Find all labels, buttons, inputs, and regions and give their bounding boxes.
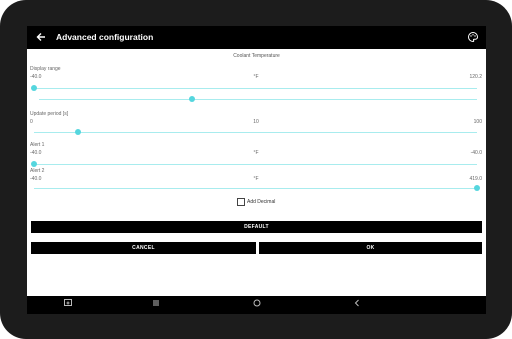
update-period-track (34, 132, 477, 133)
section-title: Coolant Temperature (233, 53, 280, 59)
alert2-label: Alert 2 (30, 168, 45, 174)
display-range-unit: °F (253, 74, 259, 80)
palette-icon[interactable] (467, 31, 479, 43)
alert1-min: -40.0 (30, 150, 42, 156)
add-decimal-checkbox[interactable] (237, 198, 245, 206)
alert1-thumb[interactable] (31, 161, 37, 167)
screen: Advanced configuration Coolant Temperatu… (27, 26, 486, 314)
arrow-left-icon[interactable] (35, 30, 47, 44)
update-period-label: Update period [s] (30, 111, 69, 117)
alert2-track (34, 188, 477, 189)
default-button[interactable]: DEFAULT (31, 221, 482, 233)
page-title: Advanced configuration (56, 32, 154, 42)
home-icon[interactable] (250, 298, 264, 311)
add-decimal-label: Add Decimal (247, 199, 276, 205)
device-frame: Advanced configuration Coolant Temperatu… (0, 0, 512, 339)
update-period-mid: 10 (253, 119, 259, 125)
alert1-label: Alert 1 (30, 142, 45, 148)
update-period-thumb[interactable] (75, 129, 82, 135)
display-range-high-thumb[interactable] (189, 96, 196, 102)
alert2-min: -40.0 (30, 176, 42, 182)
alert1-max: -40.0 (470, 150, 482, 156)
display-range-max: 120.2 (469, 74, 482, 80)
alert2-thumb[interactable] (474, 185, 480, 191)
update-period-max: 100 (473, 119, 482, 125)
add-decimal-row: Add Decimal (27, 198, 486, 206)
app-bar: Advanced configuration (27, 26, 486, 49)
alert1-track (34, 164, 477, 165)
display-range-label: Display range (30, 66, 61, 72)
display-range-low-thumb[interactable] (31, 85, 37, 91)
config-panel: Coolant Temperature Display range -40.0 … (27, 49, 486, 296)
alert2-unit: °F (253, 176, 259, 182)
display-range-low-track (34, 88, 477, 89)
display-range-min: -40.0 (30, 74, 42, 80)
alert2-max: 419.0 (469, 176, 482, 182)
display-range-high-track (39, 99, 477, 100)
system-nav-bar (27, 296, 486, 314)
back-icon[interactable] (350, 298, 364, 311)
ok-button[interactable]: OK (259, 242, 482, 254)
recents-icon[interactable] (149, 298, 163, 311)
update-period-min: 0 (30, 119, 33, 125)
screenshot-icon[interactable] (61, 298, 75, 311)
cancel-button[interactable]: CANCEL (31, 242, 256, 254)
alert1-unit: °F (253, 150, 259, 156)
